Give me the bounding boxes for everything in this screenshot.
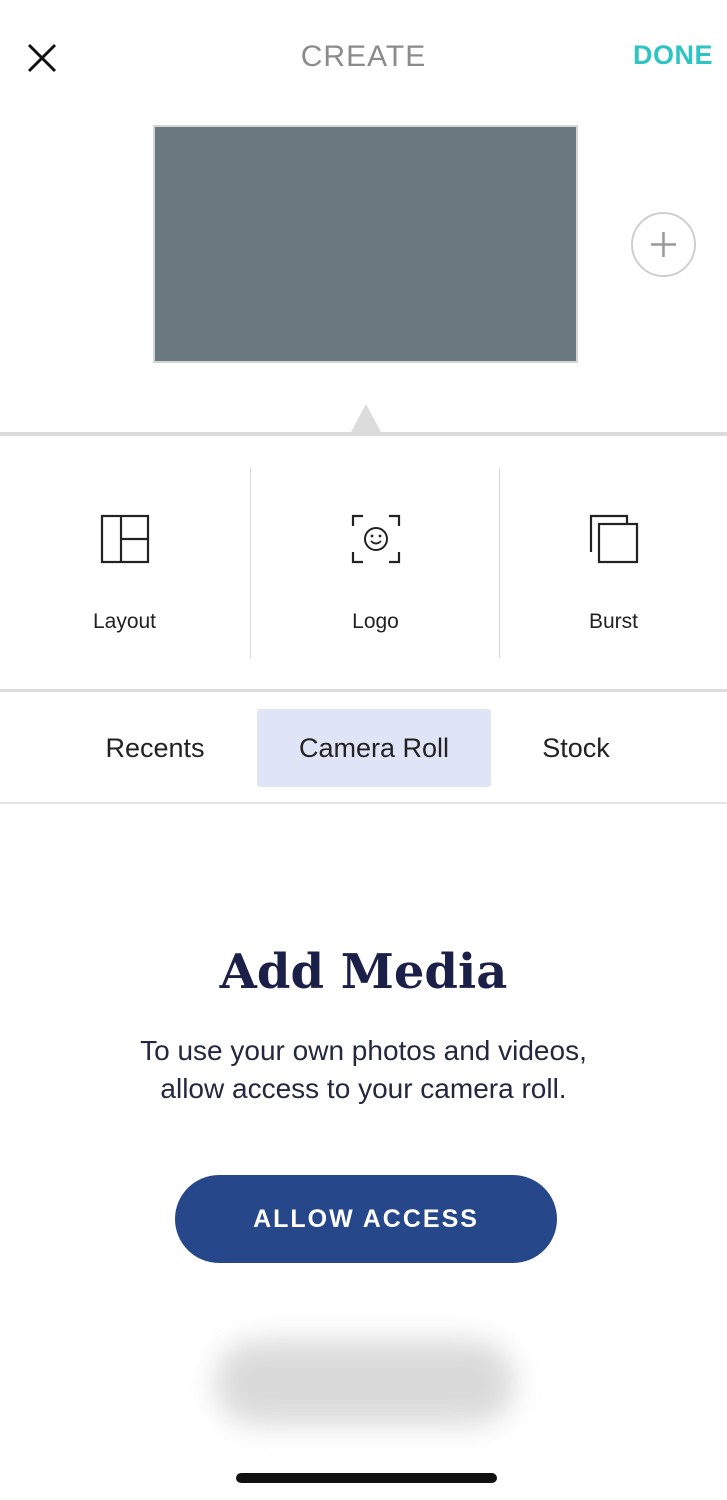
- tool-row: Layout Logo Burst: [0, 436, 727, 690]
- add-media-description: To use your own photos and videos, allow…: [90, 1032, 637, 1108]
- logo-face-icon: [351, 514, 400, 564]
- blurred-placeholder: [215, 1340, 515, 1425]
- top-bar: CREATE DONE: [0, 0, 727, 115]
- canvas-preview[interactable]: [153, 125, 578, 363]
- tab-stock[interactable]: Stock: [500, 709, 652, 787]
- done-button[interactable]: DONE: [633, 40, 713, 71]
- add-media-heading: Add Media: [219, 944, 508, 1000]
- logo-tool-button[interactable]: Logo: [251, 468, 500, 658]
- plus-icon: [651, 232, 676, 257]
- layout-tool-button[interactable]: Layout: [0, 468, 249, 658]
- home-indicator: [236, 1473, 497, 1483]
- add-slide-button[interactable]: [631, 212, 696, 277]
- page-title: CREATE: [300, 40, 427, 73]
- allow-access-button[interactable]: ALLOW ACCESS: [175, 1175, 557, 1263]
- burst-tool-label: Burst: [588, 610, 638, 633]
- description-line: To use your own photos and videos,: [140, 1035, 587, 1066]
- burst-tool-button[interactable]: Burst: [500, 468, 727, 658]
- layout-grid-icon: [100, 514, 149, 564]
- description-line: allow access to your camera roll.: [160, 1073, 567, 1104]
- tab-recents[interactable]: Recents: [60, 709, 250, 787]
- burst-stack-icon: [589, 514, 638, 564]
- tab-camera-roll[interactable]: Camera Roll: [257, 709, 491, 787]
- media-source-tabs: Recents Camera Roll Stock: [0, 692, 727, 803]
- layout-tool-label: Layout: [92, 610, 157, 633]
- selection-pointer: [350, 404, 382, 434]
- logo-tool-label: Logo: [352, 610, 399, 633]
- divider: [0, 802, 727, 804]
